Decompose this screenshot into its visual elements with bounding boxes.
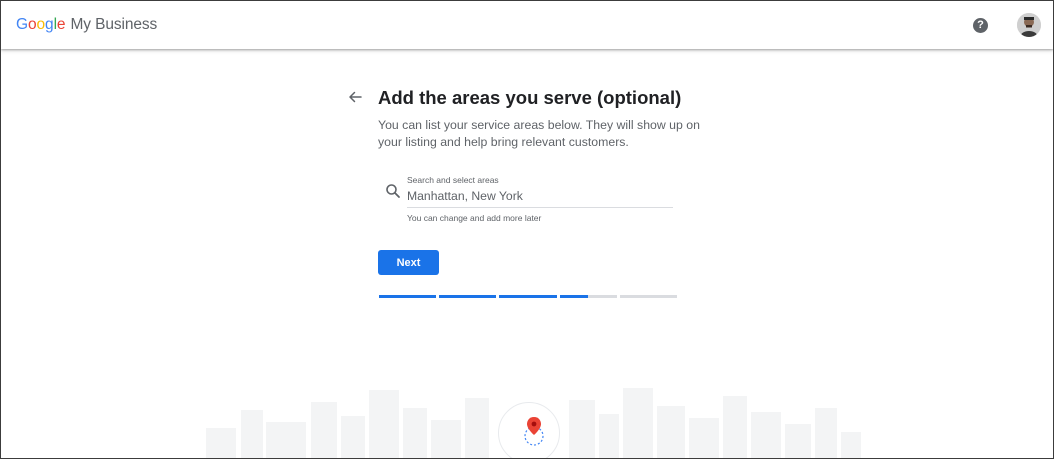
progress-segment-fill (559, 295, 589, 298)
avatar-image (1017, 13, 1041, 37)
progress-segment-fill (499, 295, 557, 298)
google-letter: o (36, 16, 46, 33)
search-field-label: Search and select areas (407, 175, 499, 185)
help-icon[interactable]: ? (973, 18, 988, 33)
progress-segment-fill (379, 295, 437, 298)
service-area-search-input[interactable] (407, 189, 673, 208)
google-letter: g (45, 16, 54, 33)
google-my-business-logo[interactable]: Google My Business (16, 16, 157, 34)
google-wordmark: Google (16, 16, 66, 34)
progress-segment (499, 295, 557, 298)
location-pin-badge (498, 402, 560, 458)
setup-progress-bar (379, 295, 678, 298)
progress-segment (559, 295, 617, 298)
progress-segment (379, 295, 437, 298)
google-letter: G (16, 16, 28, 33)
google-letter: e (56, 16, 66, 33)
progress-segment-fill (439, 295, 497, 298)
avatar[interactable] (1017, 13, 1041, 37)
product-name: My Business (70, 16, 158, 33)
top-app-bar: Google My Business ? (1, 1, 1053, 49)
progress-segment (439, 295, 497, 298)
google-letter: o (27, 16, 37, 33)
back-arrow-icon[interactable] (345, 87, 365, 107)
progress-segment (619, 295, 678, 298)
page-description: You can list your service areas below. T… (378, 118, 700, 149)
search-field-helper-text: You can change and add more later (407, 213, 542, 223)
map-pin-icon (524, 417, 544, 446)
search-icon (385, 183, 401, 199)
next-button[interactable]: Next (378, 250, 439, 275)
page-title: Add the areas you serve (optional) (378, 87, 682, 108)
app-window: Google My Business ? Add the areas you s… (0, 0, 1054, 459)
